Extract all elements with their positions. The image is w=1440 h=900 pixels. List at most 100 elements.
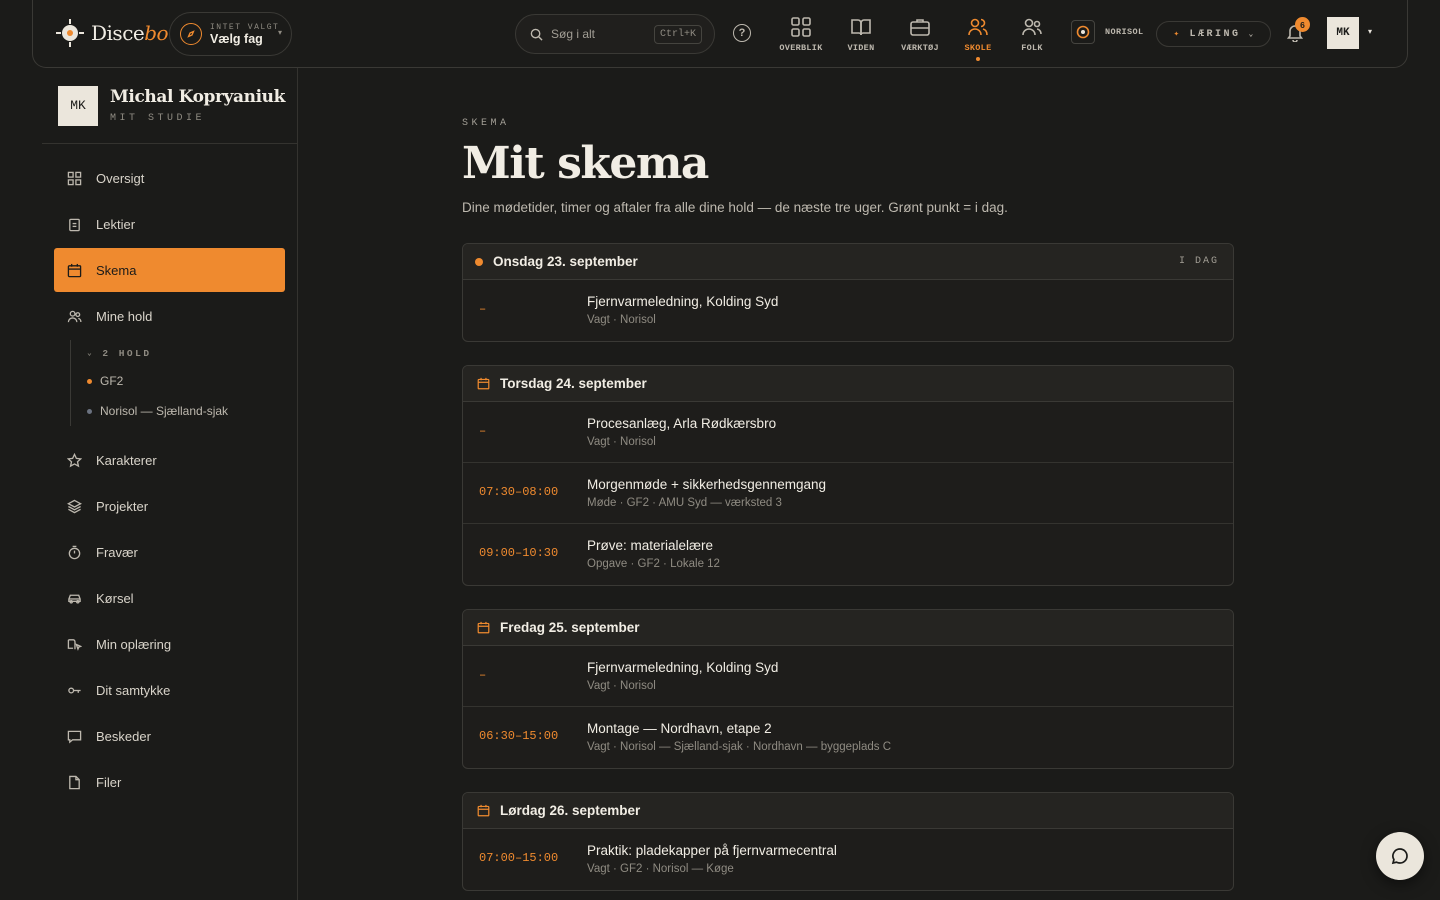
sidebar-item-label: Fravær <box>96 544 138 560</box>
sidebar: MK Michal Kopryaniuk MIT STUDIE Oversigt… <box>42 68 298 900</box>
sidebar-item-min-oplaering[interactable]: Min oplæring <box>54 622 285 666</box>
active-indicator <box>976 57 980 61</box>
calendar-icon <box>477 621 490 634</box>
nav-label: OVERBLIK <box>779 43 823 53</box>
team-icon <box>67 310 82 322</box>
avatar: MK <box>58 85 98 126</box>
hold-group: ⌄ 2 HOLD GF2 Norisol — Sjælland-sjak <box>70 340 285 426</box>
chat-bubble-icon <box>1391 848 1408 865</box>
calendar-icon <box>477 377 490 390</box>
status-dot <box>87 408 92 414</box>
nav-label: FOLK <box>1021 43 1043 53</box>
event-title: Praktik: pladekapper på fjernvarmecentra… <box>587 843 837 858</box>
sidebar-item-label: Min oplæring <box>96 636 172 652</box>
brand-logo[interactable]: Discebo <box>55 18 169 48</box>
search-box[interactable]: Søg i alt Ctrl+K <box>515 14 715 54</box>
sidebar-item-koersel[interactable]: Kørsel <box>54 576 285 620</box>
nav-viden[interactable]: VIDEN <box>831 16 891 53</box>
file-icon <box>69 775 80 789</box>
nav-skole[interactable]: SKOLE <box>948 16 1008 61</box>
notifications-button[interactable]: 6 <box>1285 17 1310 47</box>
day-card: Lørdag 26. september 07:00–15:00 Praktik… <box>462 792 1234 891</box>
hold-item-norisol[interactable]: Norisol — Sjælland-sjak <box>87 396 285 426</box>
sparkle-icon: ✦ <box>1173 29 1182 39</box>
profile-card[interactable]: MK Michal Kopryaniuk MIT STUDIE <box>42 68 297 144</box>
hold-group-toggle[interactable]: ⌄ 2 HOLD <box>87 340 285 366</box>
schedule-event[interactable]: – Fjernvarmeledning, Kolding Syd Vagt · … <box>463 646 1233 707</box>
stopwatch-icon <box>68 545 81 559</box>
chevron-down-icon[interactable]: ▾ <box>1368 27 1372 36</box>
chat-button[interactable] <box>1376 832 1424 880</box>
sidebar-item-oversigt[interactable]: Oversigt <box>54 156 285 200</box>
event-meta: Vagt · Norisol <box>587 680 656 692</box>
user-avatar[interactable]: MK <box>1327 17 1359 49</box>
schedule-event[interactable]: 07:30–08:00 Morgenmøde + sikkerhedsgenne… <box>463 463 1233 524</box>
event-meta: Vagt · Norisol <box>587 314 656 326</box>
compass-icon <box>180 23 202 45</box>
sidebar-menu: Oversigt Lektier Skema Mine hold ⌄ 2 HOL… <box>54 156 285 806</box>
event-meta: Vagt · Norisol <box>587 436 656 448</box>
sidebar-item-dit-samtykke[interactable]: Dit samtykke <box>54 668 285 712</box>
day-label: Fredag 25. september <box>500 620 640 635</box>
mode-label: LÆRING <box>1189 28 1241 40</box>
sidebar-item-label: Mine hold <box>96 308 153 324</box>
nav-folk[interactable]: FOLK <box>1002 16 1062 53</box>
course-picker-caption: INTET VALGT <box>210 22 280 32</box>
event-meta: Vagt · Norisol — Sjælland-sjak · Nordhav… <box>587 741 892 753</box>
calendar-icon <box>67 263 82 277</box>
nav-vaerktoej[interactable]: VÆRKTØJ <box>890 16 950 53</box>
hold-group-heading: 2 HOLD <box>102 347 152 359</box>
event-time: 07:00–15:00 <box>479 851 559 865</box>
mode-switch[interactable]: ✦ LÆRING ⌄ <box>1156 21 1271 47</box>
course-picker[interactable]: INTET VALGT Vælg fag ▾ <box>169 12 292 56</box>
chevron-down-icon: ⌄ <box>1248 30 1254 39</box>
sidebar-item-fravaer[interactable]: Fravær <box>54 530 285 574</box>
page-lead: Dine mødetider, timer og aftaler fra all… <box>462 200 1008 215</box>
chevron-down-icon: ⌄ <box>87 349 95 358</box>
sidebar-item-lektier[interactable]: Lektier <box>54 202 285 246</box>
sidebar-item-karakterer[interactable]: Karakterer <box>54 438 285 482</box>
nav-label: VIDEN <box>847 43 875 53</box>
book-cursor-icon <box>67 638 82 651</box>
sidebar-item-skema[interactable]: Skema <box>54 248 285 292</box>
sidebar-item-filer[interactable]: Filer <box>54 760 285 804</box>
sidebar-item-mine-hold[interactable]: Mine hold <box>54 294 285 338</box>
event-meta: Opgave · GF2 · Lokale 12 <box>587 558 720 570</box>
event-title: Fjernvarmeledning, Kolding Syd <box>587 294 779 309</box>
event-time: 07:30–08:00 <box>479 485 559 499</box>
schedule-event[interactable]: 09:00–10:30 Prøve: materialelære Opgave … <box>463 524 1233 585</box>
day-label: Onsdag 23. september <box>493 254 638 269</box>
hold-item-gf2[interactable]: GF2 <box>87 366 285 396</box>
sidebar-item-label: Oversigt <box>96 170 145 186</box>
event-title: Morgenmøde + sikkerhedsgennemgang <box>587 477 827 492</box>
briefcase-icon <box>910 19 930 36</box>
org-name: NORISOL <box>1105 27 1144 37</box>
top-bar: Discebo INTET VALGT Vælg fag ▾ Søg i alt… <box>32 0 1408 68</box>
nav-overblik[interactable]: OVERBLIK <box>771 16 831 53</box>
event-title: Montage — Nordhavn, etape 2 <box>587 721 772 736</box>
star-icon <box>67 452 82 467</box>
status-dot <box>87 378 92 384</box>
schedule-event[interactable]: – Procesanlæg, Arla Rødkærsbro Vagt · No… <box>463 402 1233 463</box>
book-icon <box>851 19 871 36</box>
event-title: Fjernvarmeledning, Kolding Syd <box>587 660 779 675</box>
schedule-event[interactable]: 07:00–15:00 Praktik: pladekapper på fjer… <box>463 829 1233 890</box>
profile-name: Michal Kopryaniuk <box>110 87 286 107</box>
day-header: Fredag 25. september <box>463 610 1233 646</box>
sidebar-item-beskeder[interactable]: Beskeder <box>54 714 285 758</box>
day-card: Fredag 25. september – Fjernvarmeledning… <box>462 609 1234 769</box>
sidebar-item-label: Skema <box>96 262 137 278</box>
event-time: – <box>479 668 487 682</box>
sidebar-item-label: Karakterer <box>96 452 157 468</box>
sidebar-item-projekter[interactable]: Projekter <box>54 484 285 528</box>
day-header: Torsdag 24. september <box>463 366 1233 402</box>
dashboard-icon <box>67 171 82 185</box>
search-input[interactable]: Søg i alt <box>551 27 646 41</box>
day-header: Lørdag 26. september <box>463 793 1233 829</box>
event-time: – <box>479 302 487 316</box>
org-switcher[interactable]: NORISOL <box>1071 20 1144 44</box>
schedule-event[interactable]: – Fjernvarmeledning, Kolding Syd Vagt · … <box>463 280 1233 341</box>
schedule-event[interactable]: 06:30–15:00 Montage — Nordhavn, etape 2 … <box>463 707 1233 768</box>
help-icon[interactable]: ? <box>733 24 751 42</box>
profile-subtitle: MIT STUDIE <box>110 113 206 124</box>
